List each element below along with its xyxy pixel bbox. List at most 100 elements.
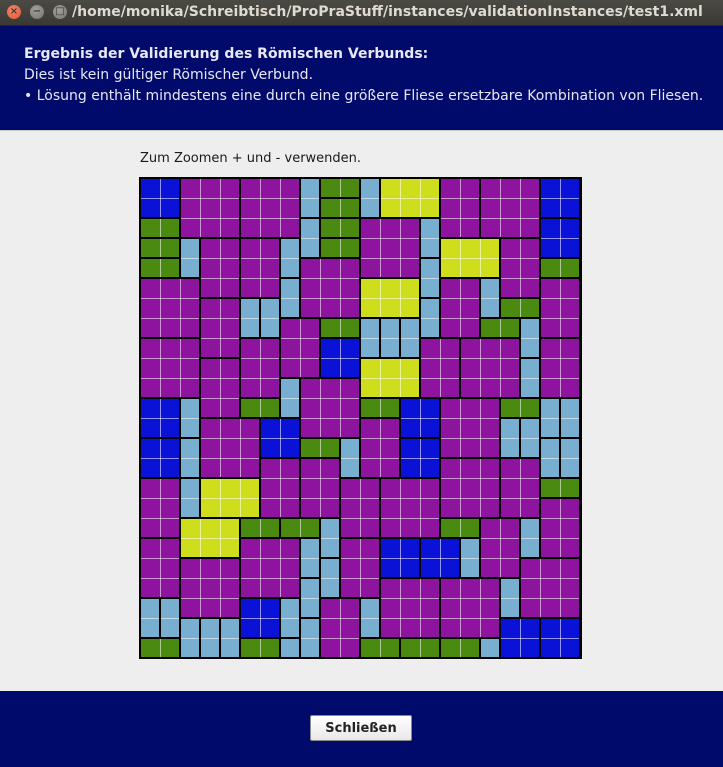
tile — [240, 518, 280, 538]
tile — [500, 458, 540, 518]
tile — [140, 338, 200, 398]
tile-gridline — [441, 418, 499, 419]
tile-gridline — [241, 578, 299, 579]
tile — [320, 518, 340, 558]
tile-gridline — [441, 618, 499, 619]
tile-gridline — [160, 539, 161, 597]
tile — [440, 578, 500, 638]
tile — [160, 598, 180, 638]
tile — [440, 238, 500, 278]
tile-gridline — [380, 639, 381, 657]
tile — [240, 638, 280, 658]
tile-gridline — [381, 618, 439, 619]
tile-gridline — [181, 198, 239, 199]
tile — [420, 258, 440, 298]
tile — [300, 458, 340, 518]
tile-gridline — [180, 339, 181, 397]
tile-gridline — [220, 179, 221, 237]
tile — [140, 478, 180, 538]
tile — [540, 178, 580, 218]
tile — [360, 278, 420, 318]
tile-gridline — [501, 258, 539, 259]
tile-gridline — [560, 339, 561, 397]
tile-gridline — [201, 318, 239, 319]
tile-gridline — [201, 338, 239, 339]
tile-gridline — [160, 279, 161, 337]
tile — [480, 518, 520, 578]
tile-gridline — [200, 559, 201, 617]
tile — [240, 238, 280, 298]
tile-gridline — [160, 639, 161, 657]
tile — [180, 518, 240, 558]
tile — [180, 558, 240, 618]
tile-gridline — [460, 279, 461, 337]
window-close-button[interactable]: × — [7, 5, 21, 19]
tile-gridline — [361, 618, 379, 619]
tile-gridline — [560, 479, 561, 497]
tile-gridline — [201, 378, 239, 379]
tile-gridline — [201, 398, 239, 399]
tile-gridline — [481, 218, 539, 219]
tile-gridline — [521, 378, 539, 379]
validation-title: Ergebnis der Validierung des Römischen V… — [24, 46, 429, 62]
tile-gridline — [260, 539, 261, 597]
tile — [400, 438, 440, 478]
tile-gridline — [321, 358, 359, 359]
tile — [140, 598, 160, 638]
tile — [500, 238, 540, 298]
tile-gridline — [220, 559, 221, 617]
tile-gridline — [421, 278, 439, 279]
tile-gridline — [201, 438, 259, 439]
tile — [280, 238, 300, 278]
tile — [220, 618, 240, 658]
tile-gridline — [141, 418, 179, 419]
tile — [380, 318, 400, 358]
tile-gridline — [280, 539, 281, 597]
tile-gridline — [321, 538, 339, 539]
close-button[interactable]: Schließen — [310, 715, 412, 741]
tile — [140, 538, 180, 598]
tile — [280, 378, 300, 418]
tile-gridline — [301, 598, 319, 599]
window-minimize-button[interactable]: − — [30, 5, 44, 19]
tile — [320, 218, 360, 238]
tile-gridline — [260, 639, 261, 657]
tile-gridline — [400, 479, 401, 537]
maximize-icon: □ — [55, 6, 65, 17]
tile-gridline — [441, 478, 499, 479]
tile-gridline — [280, 459, 281, 517]
tile — [340, 438, 360, 478]
tile — [360, 638, 400, 658]
tile-gridline — [441, 318, 479, 319]
tile-gridline — [240, 419, 241, 477]
tile-gridline — [381, 598, 439, 599]
tile-gridline — [241, 618, 279, 619]
tile-gridline — [501, 498, 539, 499]
tile-gridline — [501, 478, 539, 479]
tile-gridline — [281, 618, 299, 619]
tile — [540, 218, 580, 258]
tile-gridline — [260, 399, 261, 417]
tile-gridline — [541, 518, 579, 519]
tile-gridline — [181, 458, 199, 459]
tile-gridline — [301, 198, 319, 199]
tile — [520, 558, 580, 618]
tile — [380, 478, 440, 538]
tile — [140, 638, 180, 658]
tile-gridline — [221, 638, 239, 639]
window-maximize-button[interactable]: □ — [53, 5, 67, 19]
tile — [140, 218, 180, 238]
tile — [440, 518, 480, 538]
tiling-grid[interactable] — [139, 177, 582, 659]
tile — [300, 378, 360, 438]
tile-gridline — [521, 438, 539, 439]
tile-gridline — [361, 458, 399, 459]
tile-gridline — [181, 538, 239, 539]
tile — [280, 278, 300, 318]
tile-gridline — [181, 258, 199, 259]
tile-gridline — [301, 278, 359, 279]
tile-gridline — [441, 438, 499, 439]
tile-gridline — [500, 179, 501, 237]
tile-gridline — [440, 339, 441, 397]
tile-gridline — [241, 378, 279, 379]
